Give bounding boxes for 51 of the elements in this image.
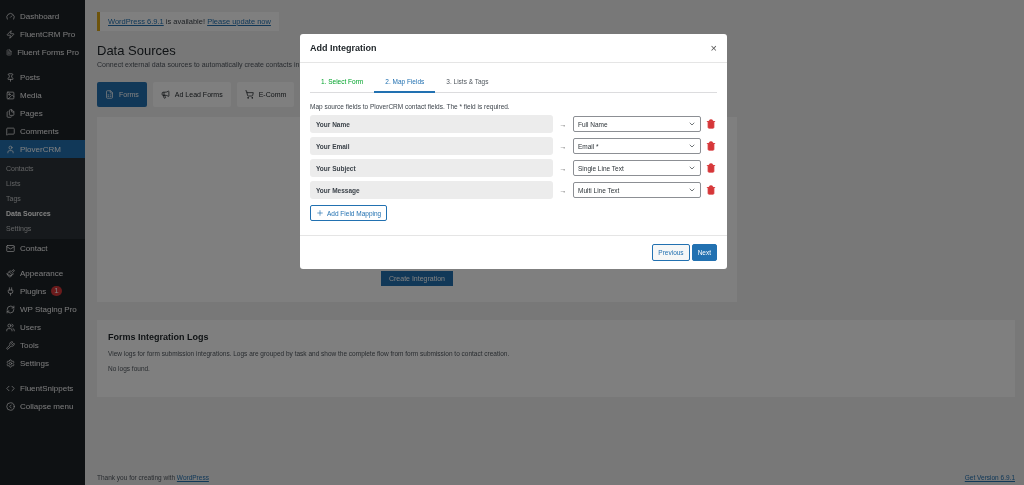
sidebar-item[interactable]: Dashboard [0,7,85,25]
dialog-title: Add Integration [310,43,377,53]
menu-icon [6,243,15,253]
sidebar-item[interactable]: Collapse menu [0,397,85,415]
menu-icon [6,144,15,154]
menu-icon [6,29,15,39]
menu-icon [6,126,15,136]
menu-icon [6,304,15,314]
tab-icon [160,90,170,99]
plus-icon [316,209,324,217]
delete-icon[interactable] [706,141,716,151]
chevron-icon [688,164,696,172]
menu-icon [6,340,15,350]
menu-icon [6,90,15,100]
sidebar-item[interactable]: Pages [0,104,85,122]
sidebar-item[interactable]: Settings [0,354,85,372]
sidebar-item[interactable]: FluentCRM Pro [0,25,85,43]
close-button[interactable]: × [710,42,717,54]
sidebar-item[interactable]: Appearance [0,264,85,282]
menu-icon [6,401,15,411]
sidebar-item[interactable]: Plugins 1 [0,282,85,300]
sidebar-item[interactable]: Users [0,318,85,336]
sidebar-item[interactable]: WP Staging Pro [0,300,85,318]
sidebar-item[interactable]: Fluent Forms Pro [0,43,85,61]
menu-icon [6,108,15,118]
chevron-icon [688,120,696,128]
menu-icon [6,268,15,278]
sidebar-item[interactable]: Posts [0,68,85,86]
sidebar-item[interactable]: PloverCRM [0,140,85,158]
logs-title: Forms Integration Logs [108,332,210,342]
menu-icon [6,11,15,21]
delete-icon[interactable] [706,119,716,129]
chevron-icon [688,186,696,194]
page-title: Data Sources [97,43,176,58]
menu-icon [6,322,15,332]
delete-icon[interactable] [706,163,716,173]
chevron-icon [688,142,696,150]
sidebar-item[interactable]: Comments [0,122,85,140]
sidebar-item[interactable]: Media [0,86,85,104]
menu-icon [6,47,13,57]
tab-icon [105,90,114,99]
menu-icon [6,72,15,82]
delete-icon[interactable] [706,185,716,195]
tab-icon [244,90,254,99]
sidebar-item[interactable]: Contact [0,239,85,257]
menu-icon [6,286,15,296]
sidebar-item[interactable]: Tools [0,336,85,354]
menu-icon [6,383,15,393]
menu-icon [6,358,15,368]
sidebar-item[interactable]: FluentSnippets [0,379,85,397]
count-badge: 1 [51,286,62,296]
